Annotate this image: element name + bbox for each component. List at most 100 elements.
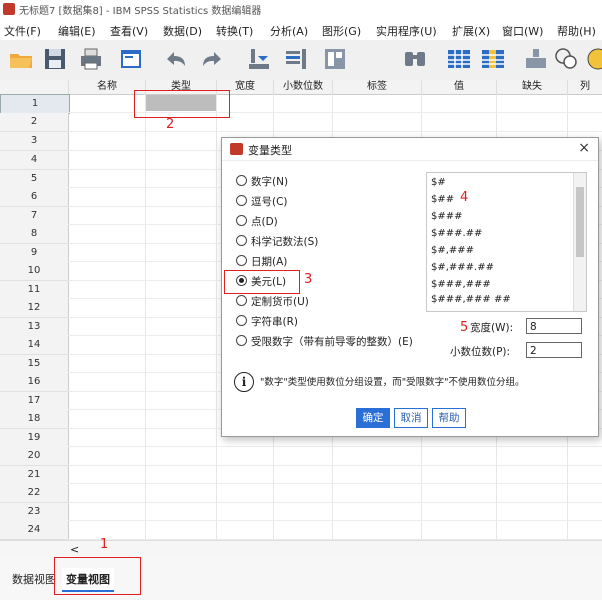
radio-scientific[interactable]: 科学记数法(S) [236,234,318,250]
row-header[interactable]: 21 [0,466,69,485]
annotation-4: 4 [460,190,469,205]
row-header[interactable]: 9 [0,244,69,263]
scroll-thumb[interactable] [576,187,584,257]
row-header[interactable]: 12 [0,299,69,318]
toolbar [0,40,602,81]
title-bar: 无标题7 [数据集8] - IBM SPSS Statistics 数据编辑器 [0,0,602,18]
col-header-values[interactable]: 值 [422,80,497,95]
menu-edit[interactable]: 编辑(E) [58,23,96,39]
info-text: "数字"类型使用数位分组设置，而"受限数字"不使用数位分组。 [260,377,525,388]
radio-comma[interactable]: 逗号(C) [236,194,288,210]
annotation-2: 2 [166,117,175,132]
info-icon: i [234,372,254,392]
list-item[interactable]: $### [431,211,463,222]
row-header[interactable]: 24 [0,521,69,540]
row-header[interactable]: 19 [0,429,69,448]
menu-extensions[interactable]: 扩展(X) [452,23,490,39]
variables-icon[interactable] [322,46,348,72]
row-header[interactable]: 15 [0,355,69,374]
corner-header [0,80,69,95]
width-label: 宽度(W): [470,322,514,334]
redo-icon[interactable] [199,46,225,72]
radio-circle-icon [236,295,247,306]
decimals-field[interactable]: 2 [526,342,582,358]
select-cases-icon[interactable] [585,46,602,72]
undo-icon[interactable] [163,46,189,72]
list-item[interactable]: $###,### ## [431,294,511,305]
format-list[interactable]: $# $## $### $###.## $#,### $#,###.## $##… [426,172,587,312]
width-field[interactable]: 8 [526,318,582,334]
goto-case-icon[interactable] [246,46,272,72]
row-header[interactable]: 23 [0,503,69,522]
row-header[interactable]: 1 [0,94,70,114]
radio-custom-currency[interactable]: 定制货币(U) [236,294,309,310]
radio-date[interactable]: 日期(A) [236,254,287,270]
radio-numeric[interactable]: 数字(N) [236,174,288,190]
row-header[interactable]: 14 [0,336,69,355]
menu-data[interactable]: 数据(D) [163,23,202,39]
menu-file[interactable]: 文件(F) [4,23,41,39]
row-header[interactable]: 11 [0,281,69,300]
menu-transform[interactable]: 转换(T) [216,23,253,39]
menu-analyze[interactable]: 分析(A) [270,23,308,39]
list-item[interactable]: $# [431,177,446,188]
radio-string[interactable]: 字符串(R) [236,314,298,330]
tab-data-view[interactable]: 数据视图 [8,568,60,590]
radio-circle-icon [236,195,247,206]
cancel-button[interactable]: 取消 [394,408,428,428]
menu-help[interactable]: 帮助(H) [557,23,596,39]
menu-graphs[interactable]: 图形(G) [322,23,361,39]
dialog-title: 变量类型 [248,144,292,157]
row-header[interactable]: 13 [0,318,69,337]
row-header[interactable]: 18 [0,410,69,429]
highlight-dollar-option [224,270,300,294]
row-header[interactable]: 7 [0,207,69,226]
list-scrollbar[interactable] [573,173,586,311]
col-header-missing[interactable]: 缺失 [497,80,568,95]
dialog-recall-icon[interactable] [118,46,144,72]
variable-type-dialog: 变量类型 × 数字(N) 逗号(C) 点(D) 科学记数法(S) 日期(A) 美… [221,137,599,437]
row-header[interactable]: 3 [0,132,69,151]
save-icon[interactable] [42,46,68,72]
close-icon[interactable]: × [578,140,590,156]
radio-restricted-numeric[interactable]: 受限数字（带有前导零的整数）(E) [236,334,413,350]
row-header[interactable]: 4 [0,151,69,170]
row-header[interactable]: 22 [0,484,69,503]
row-header[interactable]: 20 [0,447,69,466]
open-folder-icon[interactable] [8,46,34,72]
find-icon[interactable] [402,46,428,72]
insert-variable-icon[interactable] [480,46,506,72]
goto-variable-icon[interactable] [283,46,309,72]
menu-window[interactable]: 窗口(W) [502,23,543,39]
list-item[interactable]: $###,### [431,279,491,290]
radio-circle-icon [236,315,247,326]
annotation-1: 1 [100,537,109,552]
col-header-decimals[interactable]: 小数位数 [274,80,333,95]
row-header[interactable]: 17 [0,392,69,411]
col-header-label[interactable]: 标签 [333,80,422,95]
ok-button[interactable]: 确定 [356,408,390,428]
menu-view[interactable]: 查看(V) [110,23,148,39]
list-item[interactable]: $#,###.## [431,262,494,273]
weight-cases-icon[interactable] [553,46,579,72]
row-header[interactable]: 6 [0,188,69,207]
insert-cases-icon[interactable] [446,46,472,72]
row-header[interactable]: 2 [0,113,69,132]
col-header-columns[interactable]: 列 [568,80,602,95]
menu-utilities[interactable]: 实用程序(U) [376,23,437,39]
list-item[interactable]: $###.## [431,228,482,239]
row-header[interactable]: 8 [0,225,69,244]
split-file-icon[interactable] [523,46,549,72]
list-item[interactable]: $#,### [431,245,474,256]
list-item[interactable]: $## [431,194,454,205]
scroll-left-icon[interactable]: < [70,543,79,556]
help-button[interactable]: 帮助 [432,408,466,428]
row-header[interactable]: 16 [0,373,69,392]
row-header[interactable]: 5 [0,170,69,189]
spss-app-icon [3,3,15,15]
radio-circle-icon [236,335,247,346]
radio-dot[interactable]: 点(D) [236,214,278,230]
row-header[interactable]: 10 [0,262,69,281]
print-icon[interactable] [78,46,104,72]
annotation-5: 5 [460,320,469,335]
